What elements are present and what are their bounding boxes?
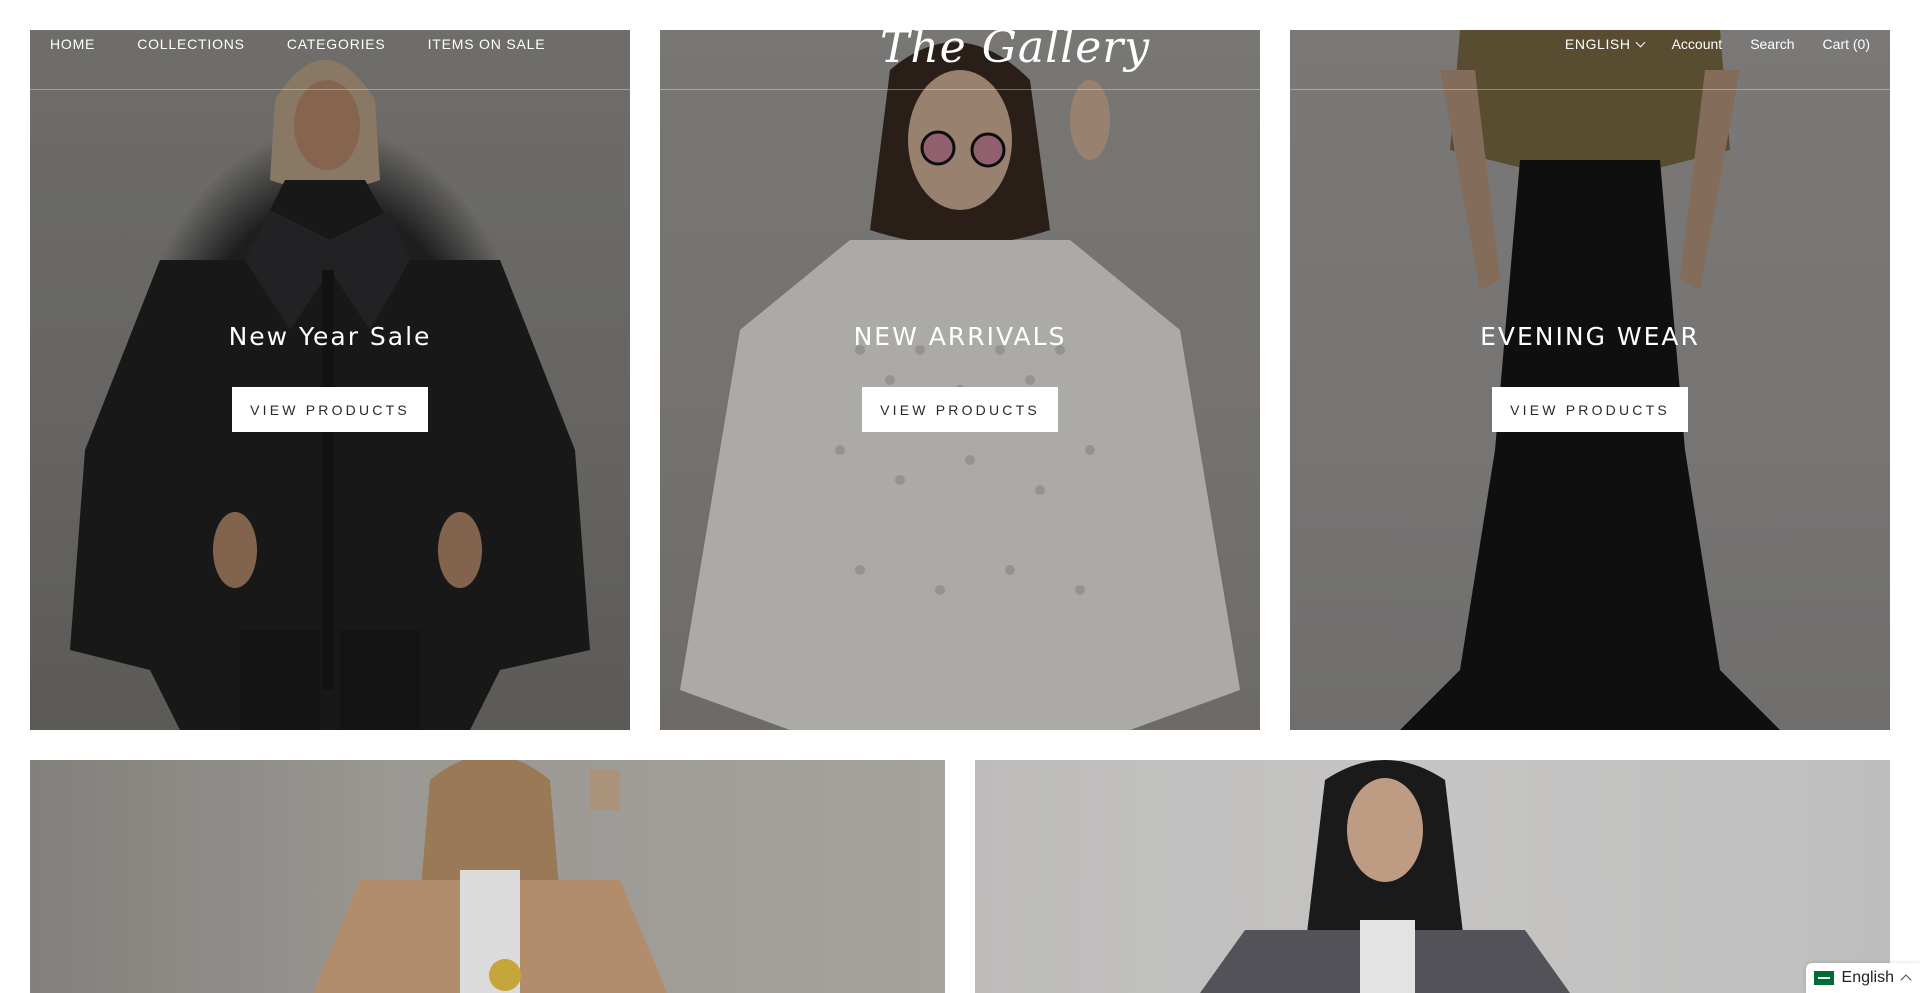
tile-overlay: [30, 760, 945, 993]
utility-navigation: ENGLISH Account Search Cart (0): [1565, 36, 1870, 52]
chevron-up-icon: [1900, 974, 1912, 986]
collection-tile-new-arrivals[interactable]: NEW ARRIVALS VIEW PRODUCTS: [660, 30, 1260, 730]
account-link[interactable]: Account: [1672, 36, 1723, 52]
tile-title: New Year Sale: [228, 322, 432, 351]
tile-title: NEW ARRIVALS: [853, 322, 1067, 351]
tile-title: EVENING WEAR: [1480, 322, 1700, 351]
tile-overlay: [30, 30, 630, 730]
nav-categories[interactable]: CATEGORIES: [287, 36, 386, 52]
view-products-button[interactable]: VIEW PRODUCTS: [1492, 387, 1688, 432]
collection-tile-beige[interactable]: [30, 760, 945, 993]
chevron-down-icon: [1635, 37, 1646, 47]
nav-collections[interactable]: COLLECTIONS: [137, 36, 245, 52]
tile-overlay: [975, 760, 1890, 993]
cart-link[interactable]: Cart (0): [1823, 36, 1870, 52]
tile-overlay: [660, 30, 1260, 730]
collection-tile-evening-wear[interactable]: EVENING WEAR VIEW PRODUCTS: [1290, 30, 1890, 730]
main-navigation: HOME COLLECTIONS CATEGORIES ITEMS ON SAL…: [50, 36, 545, 52]
view-products-button[interactable]: VIEW PRODUCTS: [862, 387, 1058, 432]
site-logo[interactable]: The Gallery: [880, 18, 1149, 78]
search-link[interactable]: Search: [1750, 36, 1794, 52]
language-label: ENGLISH: [1564, 36, 1631, 52]
nav-home[interactable]: HOME: [50, 36, 95, 52]
nav-items-on-sale[interactable]: ITEMS ON SALE: [428, 36, 546, 52]
tile-overlay: [1290, 30, 1890, 730]
flag-icon: [1813, 971, 1834, 985]
view-products-button[interactable]: VIEW PRODUCTS: [232, 387, 428, 432]
collection-tile-grey-blazer[interactable]: [975, 760, 1890, 993]
site-header: HOME COLLECTIONS CATEGORIES ITEMS ON SAL…: [30, 22, 1890, 90]
language-widget[interactable]: English: [1805, 963, 1920, 993]
language-selector[interactable]: ENGLISH: [1564, 36, 1646, 52]
collection-tile-new-year-sale[interactable]: New Year Sale VIEW PRODUCTS: [30, 30, 630, 730]
language-widget-label: English: [1841, 969, 1894, 986]
